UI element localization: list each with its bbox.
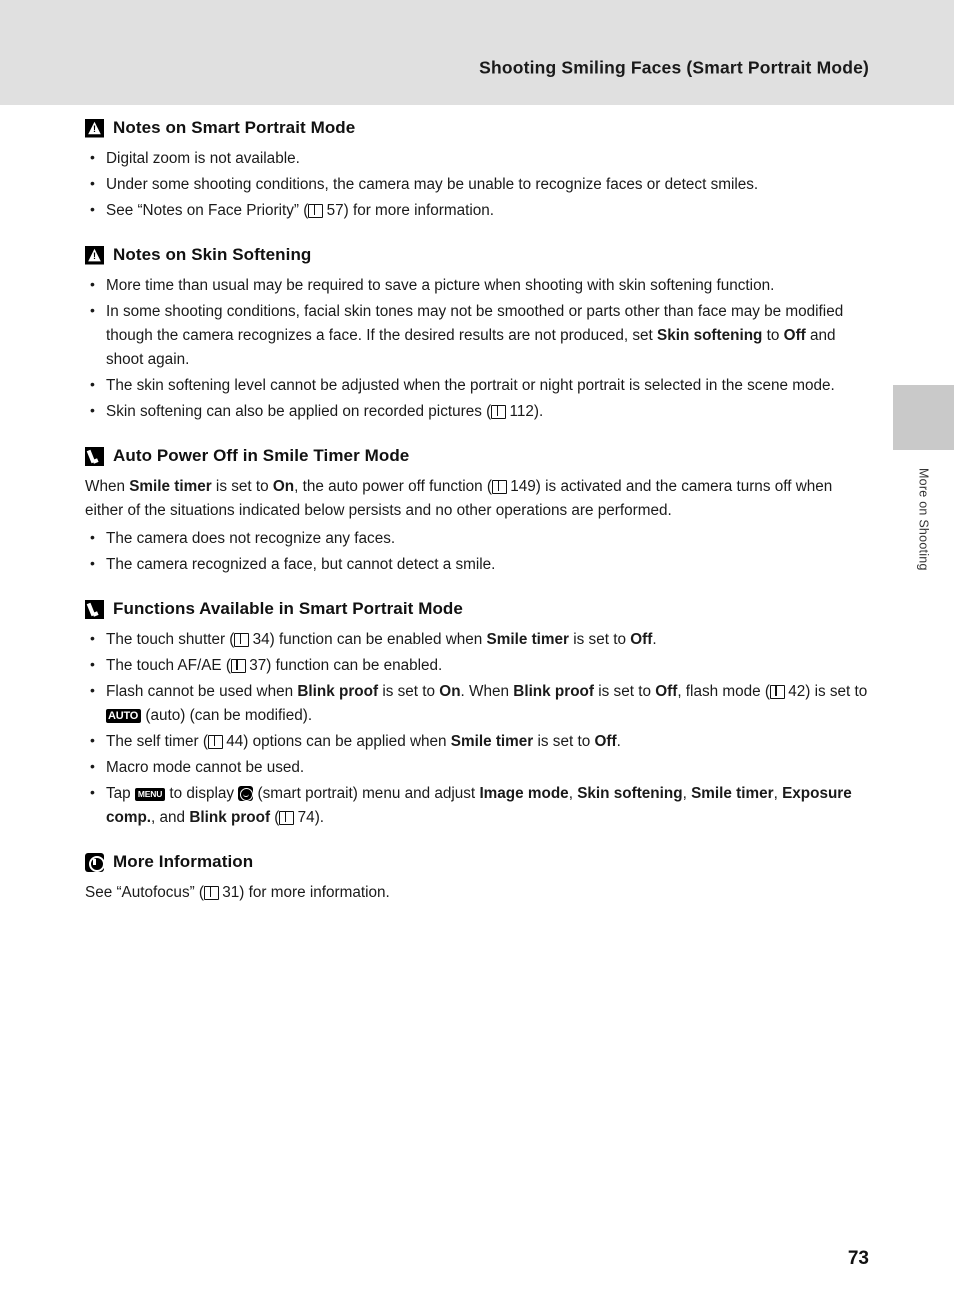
side-chapter-label-text: More on Shooting xyxy=(916,468,931,571)
manual-ref-icon xyxy=(491,405,507,420)
section-notes-smart-portrait: Notes on Smart Portrait Mode Digital zoo… xyxy=(85,118,870,223)
bullet-list: Digital zoom is not available. Under som… xyxy=(85,147,870,223)
section-heading: More Information xyxy=(85,852,870,873)
list-item: Skin softening can also be applied on re… xyxy=(85,400,870,424)
section-title: Auto Power Off in Smile Timer Mode xyxy=(113,446,410,466)
section-title: Notes on Smart Portrait Mode xyxy=(113,118,356,137)
manual-ref-icon xyxy=(230,659,246,674)
flash-auto-icon: AUTO xyxy=(106,709,142,724)
bullet-list: The camera does not recognize any faces.… xyxy=(85,527,870,577)
section-heading: Functions Available in Smart Portrait Mo… xyxy=(85,599,870,619)
page-ref: 149 xyxy=(510,478,536,496)
page-ref: 31 xyxy=(222,884,240,902)
list-item: Flash cannot be used when Blink proof is… xyxy=(85,680,870,728)
manual-ref-icon xyxy=(234,633,250,648)
warning-icon xyxy=(85,118,104,138)
section-heading: Notes on Smart Portrait Mode xyxy=(85,118,870,138)
page-ref: 44 xyxy=(226,733,244,751)
list-item: See “Notes on Face Priority” ( 57) for m… xyxy=(85,199,870,223)
page-title: Shooting Smiling Faces (Smart Portrait M… xyxy=(479,57,869,78)
pencil-icon xyxy=(85,446,104,466)
list-item: The touch shutter ( 34) function can be … xyxy=(85,628,870,652)
list-item: Under some shooting conditions, the came… xyxy=(85,173,870,197)
bullet-list: More time than usual may be required to … xyxy=(85,274,870,424)
section-heading: Notes on Skin Softening xyxy=(85,245,870,265)
list-item: In some shooting conditions, facial skin… xyxy=(85,300,870,372)
list-item: Tap MENU to display (smart portrait) men… xyxy=(85,782,870,830)
smart-portrait-icon xyxy=(238,786,254,802)
list-item: Digital zoom is not available. xyxy=(85,147,870,171)
page-number: 73 xyxy=(847,1248,869,1269)
side-chapter-tab xyxy=(893,385,954,450)
list-item: The skin softening level cannot be adjus… xyxy=(85,374,870,398)
menu-icon: MENU xyxy=(134,788,166,802)
list-item: The camera does not recognize any faces. xyxy=(85,527,870,551)
section-title: More Information xyxy=(113,852,254,872)
pencil-icon xyxy=(85,599,104,619)
list-item: The touch AF/AE ( 37) function can be en… xyxy=(85,654,870,678)
section-notes-skin-softening: Notes on Skin Softening More time than u… xyxy=(85,245,870,424)
manual-ref-icon xyxy=(308,204,324,219)
page-ref: 37 xyxy=(249,657,267,675)
page-ref: 74 xyxy=(297,809,315,827)
section-auto-power-off: Auto Power Off in Smile Timer Mode When … xyxy=(85,446,870,577)
bullet-list: The touch shutter ( 34) function can be … xyxy=(85,628,870,830)
manual-ref-icon xyxy=(279,811,295,826)
section-functions-available: Functions Available in Smart Portrait Mo… xyxy=(85,599,870,830)
manual-ref-icon xyxy=(204,886,220,901)
side-chapter-label: More on Shooting xyxy=(893,450,954,650)
list-item: More time than usual may be required to … xyxy=(85,274,870,298)
manual-ref-icon xyxy=(769,685,785,700)
page-ref: 112 xyxy=(509,403,534,421)
page-ref: 42 xyxy=(788,683,806,701)
page-ref: 34 xyxy=(252,631,270,649)
page-ref: 57 xyxy=(326,202,344,220)
manual-ref-icon xyxy=(492,480,508,495)
section-paragraph: See “Autofocus” ( 31) for more informati… xyxy=(85,884,390,902)
list-item: Macro mode cannot be used. xyxy=(85,756,870,780)
section-paragraph: When Smile timer is set to On, the auto … xyxy=(85,478,833,520)
info-icon xyxy=(85,852,105,873)
page-content: Notes on Smart Portrait Mode Digital zoo… xyxy=(85,118,870,909)
list-item: The camera recognized a face, but cannot… xyxy=(85,553,870,577)
section-title: Functions Available in Smart Portrait Mo… xyxy=(113,599,463,619)
page-header-band xyxy=(0,0,954,105)
section-more-information: More Information See “Autofocus” ( 31) f… xyxy=(85,852,870,905)
list-item: The self timer ( 44) options can be appl… xyxy=(85,730,870,754)
section-title: Notes on Skin Softening xyxy=(113,245,312,265)
manual-ref-icon xyxy=(208,735,223,750)
warning-icon xyxy=(85,245,104,265)
section-heading: Auto Power Off in Smile Timer Mode xyxy=(85,446,870,466)
